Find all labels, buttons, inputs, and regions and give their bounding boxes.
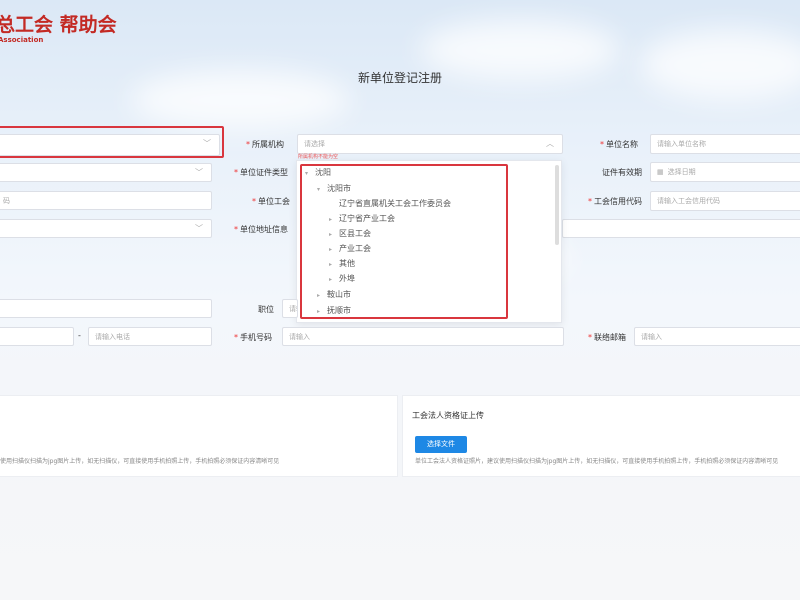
unit-name-placeholder: 请输入单位名称 <box>657 140 706 148</box>
left-select-3[interactable]: ﹀ <box>0 219 212 238</box>
email-input[interactable]: 请输入 <box>634 327 800 346</box>
label-org: * 所属机构 <box>246 140 284 149</box>
highlight-box-tree <box>300 164 508 319</box>
cloud <box>640 30 800 100</box>
dash: - <box>78 331 81 340</box>
email-placeholder: 请输入 <box>641 333 662 341</box>
label-union-credit: * 工会信用代码 <box>588 197 642 206</box>
upload-hint-left: 使用扫描仪扫描为jpg图片上传，如无扫描仪，可直接使用手机拍照上传，手机拍照必须… <box>0 458 280 465</box>
address-input[interactable] <box>562 219 800 238</box>
label-cert-validity: 证件有效期 <box>602 168 642 177</box>
left-select-2[interactable]: ﹀ <box>0 163 212 182</box>
mobile-input[interactable]: 请输入 <box>282 327 564 346</box>
position-input[interactable]: 请输入 <box>282 299 298 318</box>
logo-subtext: Association <box>0 36 44 44</box>
chevron-up-icon: ︿ <box>546 139 554 148</box>
chevron-down-icon: ﹀ <box>195 168 203 177</box>
left-input-1[interactable] <box>0 299 212 318</box>
scrollbar[interactable] <box>555 165 559 245</box>
label-unit-name: * 单位名称 <box>600 140 638 149</box>
logo-text: 总工会 帮助会 <box>0 14 117 36</box>
calendar-icon: ▦ <box>657 168 664 176</box>
logo: 总工会 帮助会 Association <box>0 8 117 48</box>
union-credit-placeholder: 请输入工会信用代码 <box>657 197 720 205</box>
org-select[interactable]: 请选择 ︿ <box>297 134 563 154</box>
left-code-input[interactable]: 码 <box>0 191 212 210</box>
phone-placeholder: 请输入电话 <box>95 333 130 341</box>
mobile-placeholder: 请输入 <box>289 333 310 341</box>
label-mobile: * 手机号码 <box>234 333 272 342</box>
chevron-down-icon: ﹀ <box>195 224 203 233</box>
cert-validity-date[interactable]: ▦ 选择日期 <box>650 162 800 182</box>
left-input-2[interactable] <box>0 327 74 346</box>
org-error: 所属机构不能为空 <box>298 154 339 160</box>
page-title: 新单位登记注册 <box>357 71 442 85</box>
cert-validity-placeholder: 选择日期 <box>667 168 696 176</box>
unit-name-input[interactable]: 请输入单位名称 <box>650 134 800 154</box>
label-union: * 单位工会 <box>252 197 290 206</box>
phone-input[interactable]: 请输入电话 <box>88 327 212 346</box>
label-position: 职位 <box>258 305 274 314</box>
position-placeholder: 请输入 <box>289 305 297 313</box>
choose-file-button[interactable]: 选择文件 <box>415 436 467 453</box>
upload-hint-right: 单位工会法人资格证照片，建议使用扫描仪扫描为jpg图片上传，如无扫描仪，可直接使… <box>415 458 779 465</box>
union-credit-input[interactable]: 请输入工会信用代码 <box>650 191 800 211</box>
org-placeholder: 请选择 <box>304 140 325 148</box>
label-cert-type: * 单位证件类型 <box>234 168 288 177</box>
upload-title: 工会法人资格证上传 <box>412 411 484 420</box>
label-email: * 联络邮箱 <box>588 333 626 342</box>
label-address: * 单位地址信息 <box>234 225 288 234</box>
highlight-box-left <box>0 126 224 158</box>
left-code-placeholder: 码 <box>3 197 10 205</box>
